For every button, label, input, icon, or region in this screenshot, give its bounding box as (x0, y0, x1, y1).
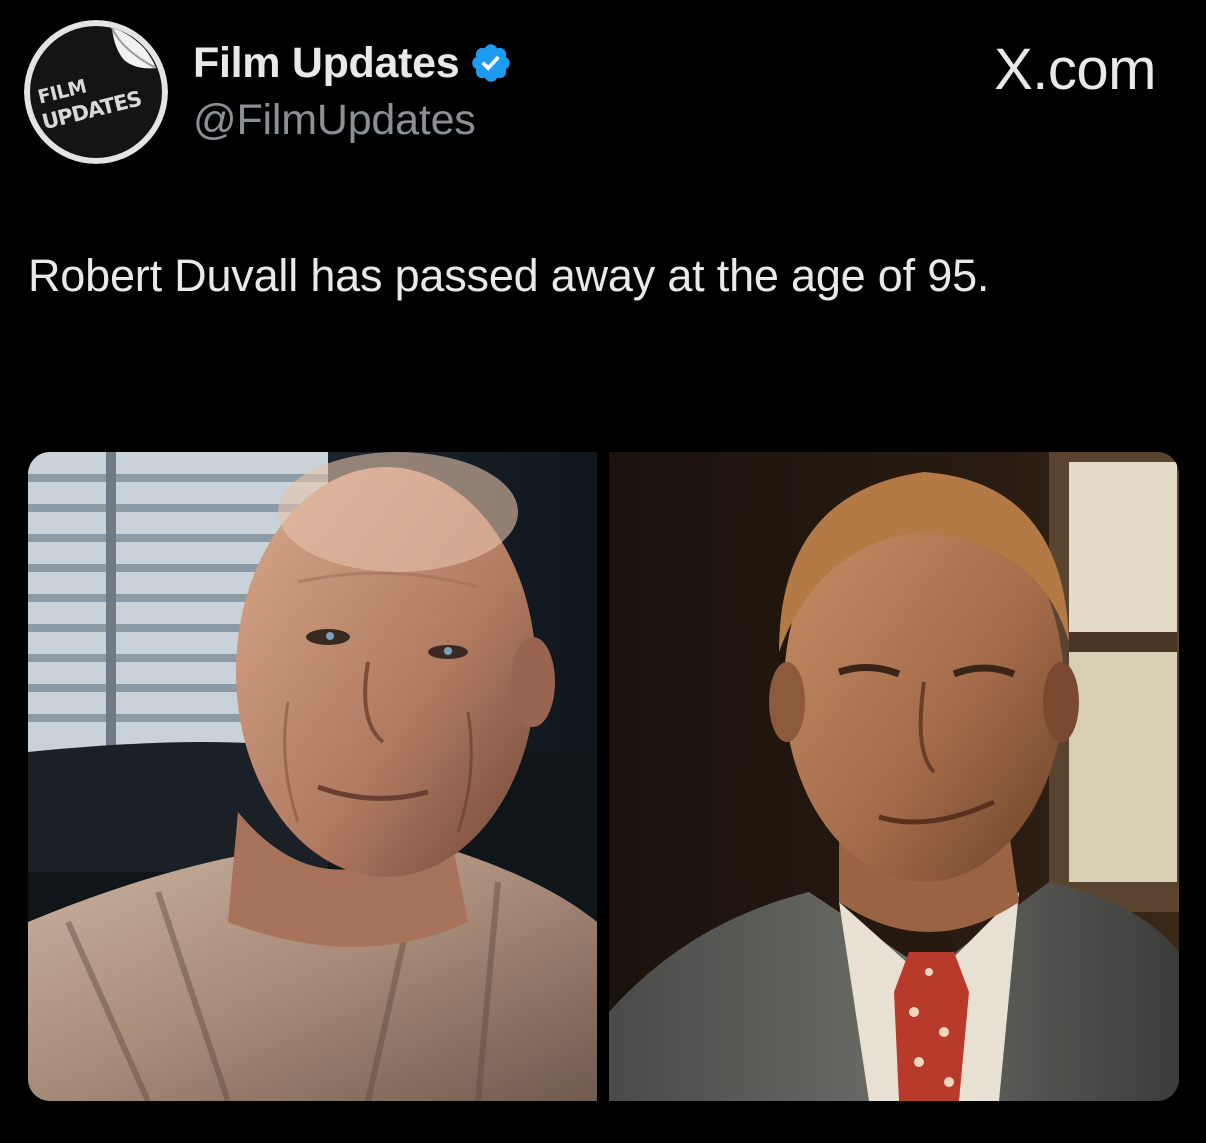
site-watermark: X.com (994, 37, 1156, 102)
author-avatar[interactable]: FILM UPDATES (24, 20, 168, 164)
film-updates-logo-icon: FILM UPDATES (24, 20, 168, 164)
photo-elderly-man-plaid-shirt[interactable] (28, 452, 597, 1101)
author-name-row: Film Updates (193, 38, 513, 88)
media-grid (28, 452, 1179, 1101)
author-display-name[interactable]: Film Updates (193, 39, 460, 88)
photo-man-vest-red-tie[interactable] (609, 452, 1179, 1101)
tweet-text: Robert Duvall has passed away at the age… (28, 250, 990, 301)
author-handle[interactable]: @FilmUpdates (193, 96, 476, 145)
verified-badge-icon (472, 44, 511, 82)
